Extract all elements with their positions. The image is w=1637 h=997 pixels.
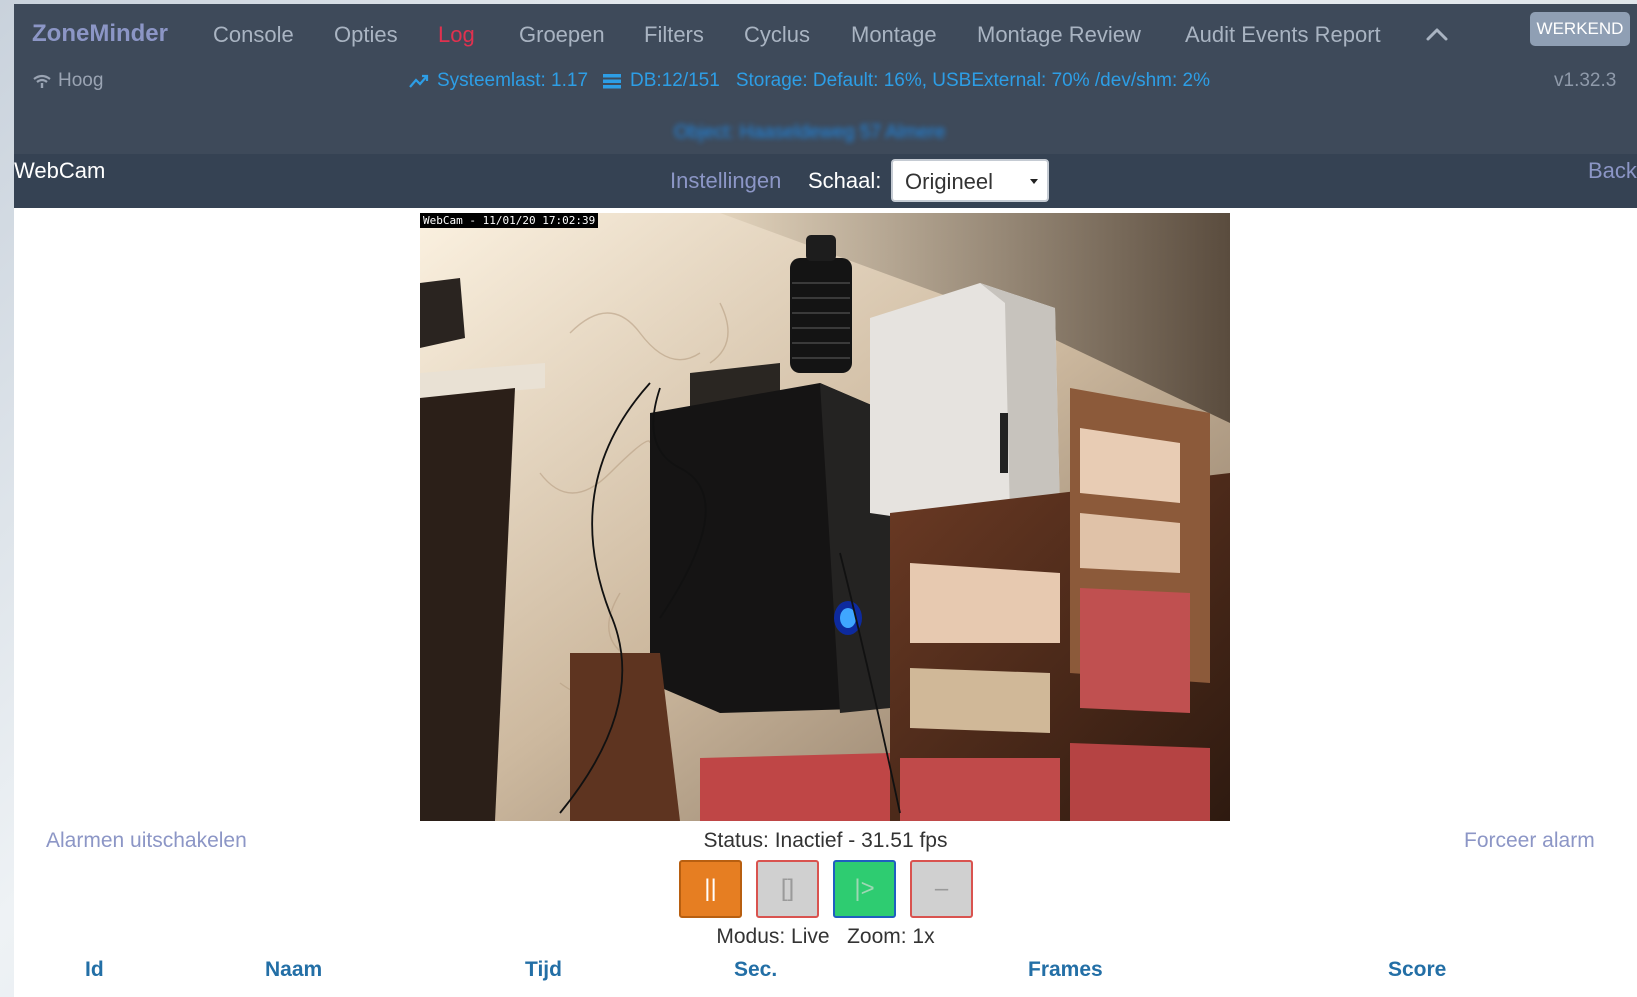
- back-link[interactable]: Back: [1588, 158, 1637, 184]
- scale-label: Schaal:: [808, 168, 882, 193]
- nav-log[interactable]: Log: [438, 22, 475, 48]
- column-header-seconds[interactable]: Sec.: [734, 958, 777, 982]
- nav-audit-events-report[interactable]: Audit Events Report: [1185, 22, 1381, 48]
- scale-select[interactable]: Origineel: [891, 159, 1049, 202]
- database-icon: [603, 74, 622, 89]
- nav-cycle[interactable]: Cyclus: [744, 22, 810, 48]
- monitor-toolbar: WebCam Instellingen Schaal: Origineel Ba…: [14, 154, 1637, 208]
- nav-options[interactable]: Opties: [334, 22, 398, 48]
- nav-console[interactable]: Console: [213, 22, 294, 48]
- stop-button[interactable]: []: [756, 860, 819, 918]
- top-navbar: ZoneMinder Console Opties Log Groepen Fi…: [14, 4, 1637, 154]
- column-header-score[interactable]: Score: [1388, 958, 1446, 982]
- system-info: Systeemlast: 1.17 DB:12/151 Storage: Def…: [409, 70, 1210, 92]
- scale-value: Origineel: [905, 169, 994, 194]
- chart-line-icon: [409, 74, 429, 88]
- monitor-status: Status: Inactief - 31.51 fps: [703, 829, 948, 852]
- force-alarm-link[interactable]: Forceer alarm: [1464, 829, 1595, 853]
- db-connections: DB:12/151: [630, 70, 720, 91]
- fast-forward-button[interactable]: –: [910, 860, 973, 918]
- mode-zoom-status: Modus: Live Zoom: 1x: [716, 925, 935, 948]
- bandwidth-label: Hoog: [58, 70, 104, 91]
- wifi-icon: [33, 74, 51, 88]
- system-load: Systeemlast: 1.17: [437, 70, 589, 91]
- pause-button[interactable]: ||: [679, 860, 742, 918]
- run-state-button[interactable]: WERKEND: [1530, 12, 1630, 46]
- nav-montage-review[interactable]: Montage Review: [977, 22, 1141, 48]
- column-header-time[interactable]: Tijd: [525, 958, 562, 982]
- chevron-up-icon[interactable]: [1424, 22, 1450, 46]
- column-header-id[interactable]: Id: [85, 958, 104, 982]
- caret-down-icon: [1030, 179, 1038, 184]
- webcam-live-feed[interactable]: [420, 213, 1230, 821]
- bandwidth-indicator[interactable]: Hoog: [32, 70, 103, 92]
- monitor-name: WebCam: [14, 158, 106, 183]
- version-label: v1.32.3: [1554, 70, 1617, 91]
- nav-groups[interactable]: Groepen: [519, 22, 605, 48]
- nav-filters[interactable]: Filters: [644, 22, 704, 48]
- column-header-frames[interactable]: Frames: [1028, 958, 1103, 982]
- settings-link[interactable]: Instellingen: [670, 168, 781, 194]
- playback-controls: || [] |> –: [679, 860, 979, 920]
- nav-montage[interactable]: Montage: [851, 22, 937, 48]
- brand-logo[interactable]: ZoneMinder: [32, 20, 168, 48]
- play-button[interactable]: |>: [833, 860, 896, 918]
- storage-usage: Storage: Default: 16%, USBExternal: 70% …: [735, 70, 1211, 91]
- column-header-name[interactable]: Naam: [265, 958, 322, 982]
- feed-timestamp: WebCam - 11/01/20 17:02:39: [420, 213, 599, 228]
- blurred-object-link[interactable]: Object: Haaseldeweg 57 Almere: [674, 122, 945, 144]
- monitor-content: WebCam - 11/01/20 17:02:39 Alarmen uitsc…: [14, 208, 1637, 997]
